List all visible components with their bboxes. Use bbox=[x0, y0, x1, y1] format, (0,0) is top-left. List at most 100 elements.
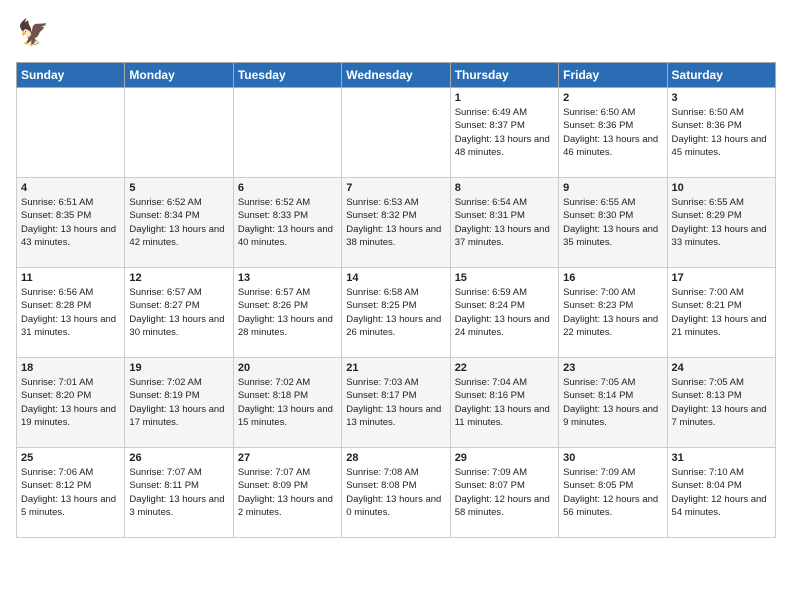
day-number: 5 bbox=[129, 182, 228, 194]
cell-info: Sunrise: 6:50 AMSunset: 8:36 PMDaylight:… bbox=[563, 106, 662, 159]
day-cell: 17 Sunrise: 7:00 AMSunset: 8:21 PMDayligh… bbox=[667, 268, 775, 358]
day-cell: 22 Sunrise: 7:04 AMSunset: 8:16 PMDayligh… bbox=[450, 358, 558, 448]
day-header-monday: Monday bbox=[125, 63, 233, 88]
day-cell: 14 Sunrise: 6:58 AMSunset: 8:25 PMDayligh… bbox=[342, 268, 450, 358]
day-number: 26 bbox=[129, 452, 228, 464]
day-header-friday: Friday bbox=[559, 63, 667, 88]
header: 🦅 bbox=[16, 16, 776, 52]
logo-icon: 🦅 bbox=[16, 16, 52, 52]
cell-info: Sunrise: 6:53 AMSunset: 8:32 PMDaylight:… bbox=[346, 196, 445, 249]
day-number: 30 bbox=[563, 452, 662, 464]
day-number: 17 bbox=[672, 272, 771, 284]
cell-info: Sunrise: 7:02 AMSunset: 8:19 PMDaylight:… bbox=[129, 376, 228, 429]
day-number: 9 bbox=[563, 182, 662, 194]
cell-info: Sunrise: 6:57 AMSunset: 8:27 PMDaylight:… bbox=[129, 286, 228, 339]
day-cell: 2 Sunrise: 6:50 AMSunset: 8:36 PMDaylight… bbox=[559, 88, 667, 178]
day-number: 18 bbox=[21, 362, 120, 374]
cell-info: Sunrise: 7:09 AMSunset: 8:05 PMDaylight:… bbox=[563, 466, 662, 519]
cell-info: Sunrise: 7:00 AMSunset: 8:21 PMDaylight:… bbox=[672, 286, 771, 339]
day-number: 20 bbox=[238, 362, 337, 374]
cell-info: Sunrise: 6:56 AMSunset: 8:28 PMDaylight:… bbox=[21, 286, 120, 339]
day-cell: 18 Sunrise: 7:01 AMSunset: 8:20 PMDayligh… bbox=[17, 358, 125, 448]
cell-info: Sunrise: 6:50 AMSunset: 8:36 PMDaylight:… bbox=[672, 106, 771, 159]
cell-info: Sunrise: 7:00 AMSunset: 8:23 PMDaylight:… bbox=[563, 286, 662, 339]
cell-info: Sunrise: 6:58 AMSunset: 8:25 PMDaylight:… bbox=[346, 286, 445, 339]
day-cell bbox=[342, 88, 450, 178]
day-cell: 3Sunrise: 6:50 AMSunset: 8:36 PMDaylight… bbox=[667, 88, 775, 178]
day-cell: 29 Sunrise: 7:09 AMSunset: 8:07 PMDayligh… bbox=[450, 448, 558, 538]
day-number: 7 bbox=[346, 182, 445, 194]
day-header-sunday: Sunday bbox=[17, 63, 125, 88]
day-cell: 4Sunrise: 6:51 AMSunset: 8:35 PMDaylight… bbox=[17, 178, 125, 268]
cell-info: Sunrise: 6:57 AMSunset: 8:26 PMDaylight:… bbox=[238, 286, 337, 339]
day-number: 14 bbox=[346, 272, 445, 284]
day-number: 2 bbox=[563, 92, 662, 104]
cell-info: Sunrise: 7:03 AMSunset: 8:17 PMDaylight:… bbox=[346, 376, 445, 429]
cell-info: Sunrise: 6:49 AMSunset: 8:37 PMDaylight:… bbox=[455, 106, 554, 159]
week-row-5: 25 Sunrise: 7:06 AMSunset: 8:12 PMDayligh… bbox=[17, 448, 776, 538]
day-cell: 6 Sunrise: 6:52 AMSunset: 8:33 PMDaylight… bbox=[233, 178, 341, 268]
day-number: 27 bbox=[238, 452, 337, 464]
day-cell: 7 Sunrise: 6:53 AMSunset: 8:32 PMDaylight… bbox=[342, 178, 450, 268]
cell-info: Sunrise: 7:07 AMSunset: 8:11 PMDaylight:… bbox=[129, 466, 228, 519]
day-number: 28 bbox=[346, 452, 445, 464]
day-number: 19 bbox=[129, 362, 228, 374]
day-number: 6 bbox=[238, 182, 337, 194]
day-number: 1 bbox=[455, 92, 554, 104]
day-cell bbox=[17, 88, 125, 178]
cell-info: Sunrise: 7:05 AMSunset: 8:13 PMDaylight:… bbox=[672, 376, 771, 429]
day-header-thursday: Thursday bbox=[450, 63, 558, 88]
day-number: 25 bbox=[21, 452, 120, 464]
cell-info: Sunrise: 7:01 AMSunset: 8:20 PMDaylight:… bbox=[21, 376, 120, 429]
cell-info: Sunrise: 6:52 AMSunset: 8:33 PMDaylight:… bbox=[238, 196, 337, 249]
day-cell: 12 Sunrise: 6:57 AMSunset: 8:27 PMDayligh… bbox=[125, 268, 233, 358]
day-cell: 11 Sunrise: 6:56 AMSunset: 8:28 PMDayligh… bbox=[17, 268, 125, 358]
day-cell bbox=[125, 88, 233, 178]
day-cell: 13 Sunrise: 6:57 AMSunset: 8:26 PMDayligh… bbox=[233, 268, 341, 358]
day-header-tuesday: Tuesday bbox=[233, 63, 341, 88]
day-number: 12 bbox=[129, 272, 228, 284]
day-number: 24 bbox=[672, 362, 771, 374]
day-number: 23 bbox=[563, 362, 662, 374]
cell-info: Sunrise: 6:59 AMSunset: 8:24 PMDaylight:… bbox=[455, 286, 554, 339]
day-number: 4 bbox=[21, 182, 120, 194]
cell-info: Sunrise: 7:04 AMSunset: 8:16 PMDaylight:… bbox=[455, 376, 554, 429]
day-cell: 20 Sunrise: 7:02 AMSunset: 8:18 PMDayligh… bbox=[233, 358, 341, 448]
cell-info: Sunrise: 7:02 AMSunset: 8:18 PMDaylight:… bbox=[238, 376, 337, 429]
day-cell: 27 Sunrise: 7:07 AMSunset: 8:09 PMDayligh… bbox=[233, 448, 341, 538]
day-cell: 24 Sunrise: 7:05 AMSunset: 8:13 PMDayligh… bbox=[667, 358, 775, 448]
day-cell: 28 Sunrise: 7:08 AMSunset: 8:08 PMDayligh… bbox=[342, 448, 450, 538]
day-cell bbox=[233, 88, 341, 178]
cell-info: Sunrise: 6:55 AMSunset: 8:29 PMDaylight:… bbox=[672, 196, 771, 249]
cell-info: Sunrise: 7:10 AMSunset: 8:04 PMDaylight:… bbox=[672, 466, 771, 519]
day-cell: 21Sunrise: 7:03 AMSunset: 8:17 PMDayligh… bbox=[342, 358, 450, 448]
day-cell: 16 Sunrise: 7:00 AMSunset: 8:23 PMDayligh… bbox=[559, 268, 667, 358]
day-cell: 5Sunrise: 6:52 AMSunset: 8:34 PMDaylight… bbox=[125, 178, 233, 268]
cell-info: Sunrise: 7:06 AMSunset: 8:12 PMDaylight:… bbox=[21, 466, 120, 519]
day-cell: 1 Sunrise: 6:49 AMSunset: 8:37 PMDaylight… bbox=[450, 88, 558, 178]
day-cell: 25 Sunrise: 7:06 AMSunset: 8:12 PMDayligh… bbox=[17, 448, 125, 538]
day-number: 10 bbox=[672, 182, 771, 194]
day-number: 29 bbox=[455, 452, 554, 464]
day-cell: 31Sunrise: 7:10 AMSunset: 8:04 PMDayligh… bbox=[667, 448, 775, 538]
cell-info: Sunrise: 6:55 AMSunset: 8:30 PMDaylight:… bbox=[563, 196, 662, 249]
day-number: 11 bbox=[21, 272, 120, 284]
day-cell: 30 Sunrise: 7:09 AMSunset: 8:05 PMDayligh… bbox=[559, 448, 667, 538]
cell-info: Sunrise: 7:08 AMSunset: 8:08 PMDaylight:… bbox=[346, 466, 445, 519]
day-header-wednesday: Wednesday bbox=[342, 63, 450, 88]
svg-text:🦅: 🦅 bbox=[18, 17, 49, 47]
cell-info: Sunrise: 7:05 AMSunset: 8:14 PMDaylight:… bbox=[563, 376, 662, 429]
cell-info: Sunrise: 7:07 AMSunset: 8:09 PMDaylight:… bbox=[238, 466, 337, 519]
logo: 🦅 bbox=[16, 16, 56, 52]
week-row-2: 4Sunrise: 6:51 AMSunset: 8:35 PMDaylight… bbox=[17, 178, 776, 268]
day-number: 15 bbox=[455, 272, 554, 284]
day-number: 22 bbox=[455, 362, 554, 374]
calendar-table: SundayMondayTuesdayWednesdayThursdayFrid… bbox=[16, 62, 776, 538]
week-row-1: 1 Sunrise: 6:49 AMSunset: 8:37 PMDaylight… bbox=[17, 88, 776, 178]
cell-info: Sunrise: 7:09 AMSunset: 8:07 PMDaylight:… bbox=[455, 466, 554, 519]
day-number: 16 bbox=[563, 272, 662, 284]
header-row: SundayMondayTuesdayWednesdayThursdayFrid… bbox=[17, 63, 776, 88]
day-cell: 8Sunrise: 6:54 AMSunset: 8:31 PMDaylight… bbox=[450, 178, 558, 268]
day-cell: 9 Sunrise: 6:55 AMSunset: 8:30 PMDaylight… bbox=[559, 178, 667, 268]
day-number: 13 bbox=[238, 272, 337, 284]
